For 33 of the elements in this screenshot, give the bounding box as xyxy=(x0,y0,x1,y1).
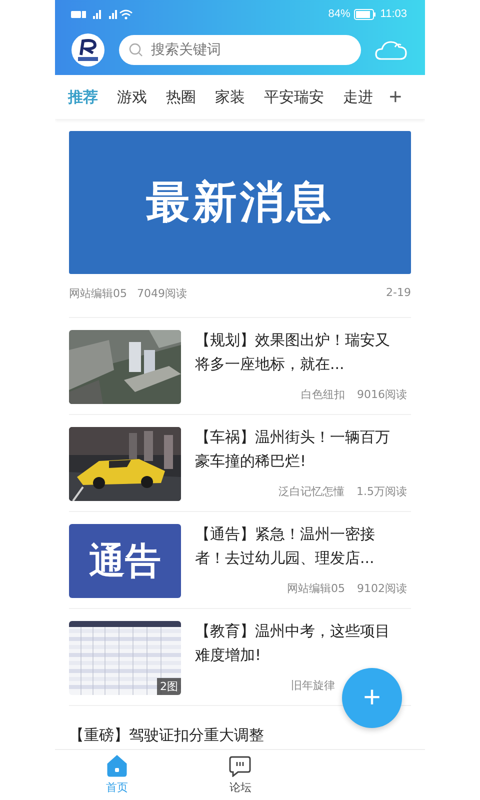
author-name: 白色纽扣 xyxy=(301,387,345,402)
read-count: 7049阅读 xyxy=(137,286,187,301)
chat-icon xyxy=(229,755,252,777)
category-tab[interactable]: 走进 xyxy=(338,84,378,110)
banner-title: 最新消息 xyxy=(146,176,334,230)
news-banner[interactable]: 最新消息 xyxy=(69,131,411,274)
signal-icon xyxy=(71,8,133,20)
search-field[interactable]: 搜索关键词 xyxy=(119,35,361,65)
thumbnail-title: 通告 xyxy=(89,538,161,584)
add-tab-button[interactable]: + xyxy=(387,84,404,110)
battery-percent: 84% xyxy=(328,8,350,20)
category-tab[interactable]: 热圈 xyxy=(161,84,201,110)
author-name: 网站编辑05 xyxy=(69,286,127,301)
post-date: 2-19 xyxy=(386,286,411,301)
article-title[interactable]: 【通告】紧急！温州一密接者！去过幼儿园、理发店... xyxy=(195,522,411,570)
article-title[interactable]: 【车祸】温州街头！一辆百万豪车撞的稀巴烂! xyxy=(195,425,411,473)
author-name: 泛白记忆怎懂 xyxy=(278,484,344,499)
read-count: 1.5万阅读 xyxy=(356,484,407,499)
category-tab[interactable]: 平安瑞安 xyxy=(259,84,329,110)
read-count: 9016阅读 xyxy=(357,387,407,402)
category-tab[interactable]: 家装 xyxy=(210,84,250,110)
article-title[interactable]: 【规划】效果图出炉！瑞安又将多一座地标，就在... xyxy=(195,328,411,376)
article-title[interactable]: 【教育】温州中考，这些项目难度增加! xyxy=(195,619,411,667)
category-tab[interactable]: 游戏 xyxy=(112,84,152,110)
battery-icon xyxy=(354,8,376,20)
read-count: 9102阅读 xyxy=(357,581,407,596)
logo-icon[interactable] xyxy=(71,33,105,67)
home-icon xyxy=(106,755,128,777)
clock-time: 11:03 xyxy=(380,8,407,20)
author-name: 网站编辑05 xyxy=(287,581,345,596)
bottom-nav-tab[interactable]: 论坛 xyxy=(178,750,302,800)
author-name: 旧年旋律 xyxy=(291,678,335,693)
image-count-badge: 2图 xyxy=(157,678,181,695)
